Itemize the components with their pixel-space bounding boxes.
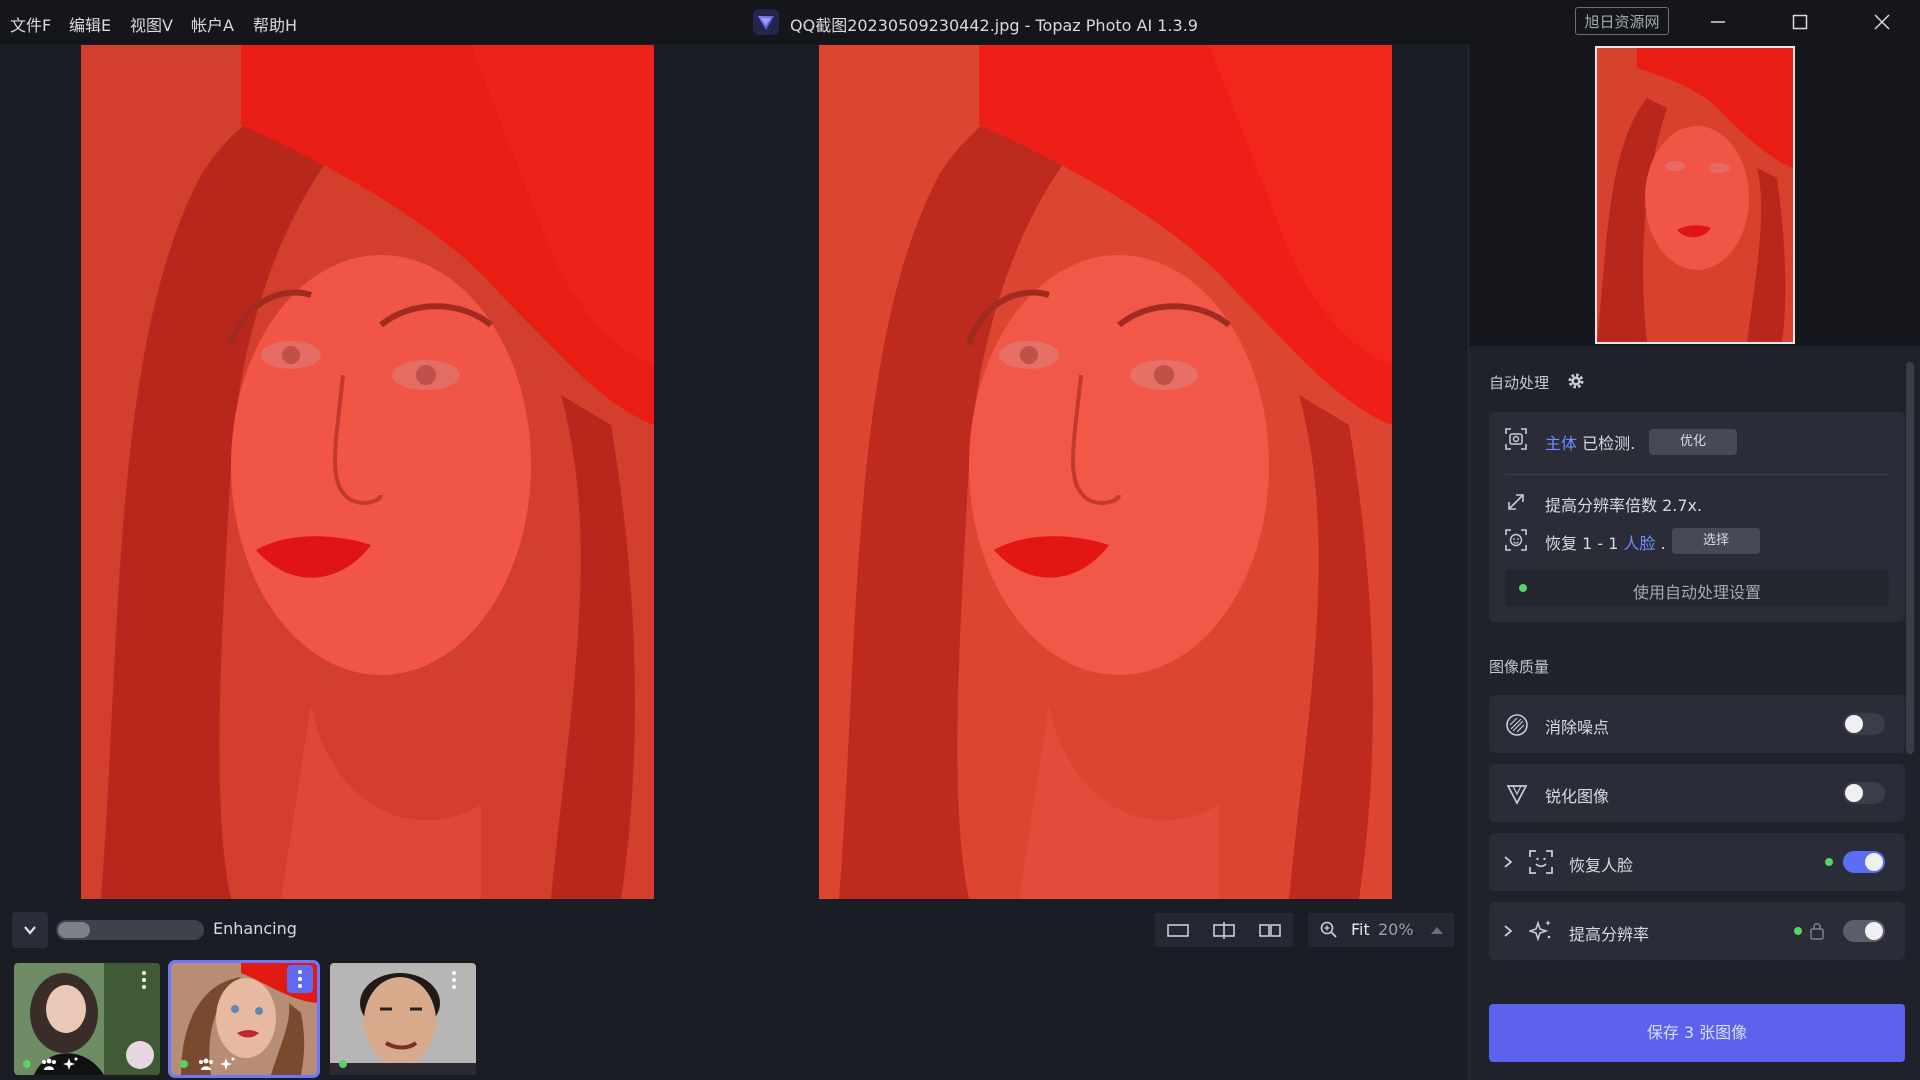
menu-view[interactable]: 视图V	[130, 12, 173, 36]
caret-up-icon[interactable]	[1430, 924, 1444, 936]
minimize-button[interactable]	[1688, 0, 1748, 44]
image-quality-label: 图像质量	[1489, 658, 1550, 676]
portrait-image	[81, 45, 654, 899]
image-canvas[interactable]	[0, 44, 1468, 900]
face-suffix: .	[1660, 534, 1666, 553]
menu-help[interactable]: 帮助H	[253, 12, 297, 36]
face-count-text: 恢复 1 - 1	[1545, 534, 1619, 553]
window-title: QQ截图20230509230442.jpg - Topaz Photo AI …	[790, 16, 1198, 35]
active-dot	[1825, 858, 1833, 866]
zoom-percent: 20%	[1378, 920, 1414, 939]
zoom-control[interactable]: Fit 20%	[1308, 913, 1454, 947]
divider	[1505, 474, 1889, 475]
subject-status: 已检测.	[1582, 434, 1636, 453]
split-view-icon	[1213, 922, 1235, 939]
filmstrip-thumb[interactable]	[330, 963, 476, 1075]
upscale-toggle[interactable]	[1843, 920, 1885, 942]
sharpen-toggle[interactable]	[1843, 782, 1885, 804]
upscale-factor-text: 提高分辨率倍数 2.7x.	[1545, 496, 1703, 515]
progress-label: Enhancing	[213, 919, 297, 938]
optimize-button[interactable]: 优化	[1649, 429, 1737, 455]
portrait-image	[819, 45, 1392, 899]
enhanced-photo	[819, 45, 1392, 899]
auto-process-label: 自动处理	[1489, 374, 1550, 392]
filmstrip-thumb-selected[interactable]	[168, 960, 320, 1078]
sparkle-icon	[63, 1057, 78, 1070]
face-detect-icon	[1505, 529, 1527, 551]
more-options-button[interactable]	[287, 965, 313, 993]
navigator-thumbnail[interactable]	[1595, 46, 1795, 344]
lock-icon[interactable]	[1809, 921, 1825, 941]
people-icon	[199, 1058, 213, 1070]
status-dot	[23, 1060, 31, 1068]
more-options-icon[interactable]	[450, 969, 458, 991]
topaz-logo-icon	[753, 9, 779, 35]
maximize-icon	[1792, 14, 1808, 30]
original-photo	[81, 45, 654, 899]
close-button[interactable]	[1852, 0, 1912, 44]
active-dot	[1794, 927, 1802, 935]
side-by-side-icon	[1259, 924, 1281, 937]
menu-edit[interactable]: 编辑E	[69, 12, 111, 36]
denoise-toggle[interactable]	[1843, 713, 1885, 735]
menu-account[interactable]: 帐户A	[191, 12, 234, 36]
subject-link[interactable]: 主体	[1545, 434, 1577, 453]
side-by-side-button[interactable]	[1247, 913, 1293, 947]
split-view-button[interactable]	[1201, 913, 1247, 947]
minimize-icon	[1711, 21, 1725, 23]
settings-panel: 自动处理 主体 已检测. 优化 提高分辨率倍数 2.7x. 恢复 1 - 1 人…	[1468, 44, 1920, 1080]
gear-icon[interactable]	[1567, 372, 1585, 390]
photo-thumbnail	[14, 963, 160, 1075]
use-auto-settings-label: 使用自动处理设置	[1632, 583, 1761, 602]
more-options-icon[interactable]	[140, 969, 148, 991]
denoise-label: 消除噪点	[1545, 718, 1610, 737]
sharpen-label: 锐化图像	[1545, 787, 1610, 806]
status-dot	[180, 1060, 188, 1068]
face-recovery-row[interactable]: 恢复人脸	[1489, 833, 1905, 891]
chevron-right-icon[interactable]	[1501, 855, 1515, 869]
single-view-icon	[1167, 924, 1189, 937]
face-recovery-label: 恢复人脸	[1569, 856, 1634, 875]
select-face-button[interactable]: 选择	[1672, 528, 1760, 554]
zoom-icon	[1320, 921, 1337, 938]
auto-process-card: 主体 已检测. 优化 提高分辨率倍数 2.7x. 恢复 1 - 1 人脸 . 选…	[1489, 412, 1905, 622]
single-view-button[interactable]	[1155, 913, 1201, 947]
face-recovery-icon	[1529, 850, 1553, 874]
chevron-right-icon[interactable]	[1501, 924, 1515, 938]
save-images-button[interactable]: 保存 3 张图像	[1489, 1004, 1905, 1062]
use-auto-settings-button[interactable]: 使用自动处理设置	[1505, 570, 1889, 606]
menu-file[interactable]: 文件F	[10, 12, 51, 36]
filmstrip-thumb[interactable]	[14, 963, 160, 1075]
close-icon	[1874, 14, 1890, 30]
collapse-filmstrip-button[interactable]	[12, 912, 48, 948]
filmstrip	[0, 956, 1468, 1080]
people-icon	[42, 1058, 56, 1070]
progress-bar	[56, 920, 204, 940]
bottom-toolbar: Enhancing Fit 20%	[0, 900, 1468, 960]
upscale-icon	[1529, 920, 1551, 942]
watermark-badge: 旭日资源网	[1575, 7, 1669, 35]
portrait-image	[1597, 48, 1793, 342]
sharpen-row[interactable]: 锐化图像	[1489, 764, 1905, 822]
denoise-row[interactable]: 消除噪点	[1489, 695, 1905, 753]
chevron-down-icon	[24, 926, 36, 935]
navigator-preview[interactable]	[1469, 44, 1920, 346]
status-dot	[339, 1060, 347, 1068]
progress-fill	[58, 922, 90, 938]
face-recovery-toggle[interactable]	[1843, 851, 1885, 873]
face-link[interactable]: 人脸	[1624, 534, 1656, 553]
upscale-row[interactable]: 提高分辨率	[1489, 902, 1905, 960]
zoom-fit-label: Fit	[1351, 920, 1370, 939]
sparkle-icon	[220, 1057, 235, 1070]
upscale-arrow-icon	[1508, 494, 1524, 510]
panel-scrollbar[interactable]	[1906, 362, 1914, 754]
title-bar: 文件F 编辑E 视图V 帐户A 帮助H QQ截图20230509230442.j…	[0, 0, 1920, 44]
subject-detect-icon	[1505, 428, 1527, 450]
sharpen-icon	[1506, 785, 1528, 805]
maximize-button[interactable]	[1770, 0, 1830, 44]
more-options-icon	[298, 970, 302, 988]
denoise-icon	[1506, 714, 1528, 736]
upscale-label: 提高分辨率	[1569, 925, 1650, 944]
